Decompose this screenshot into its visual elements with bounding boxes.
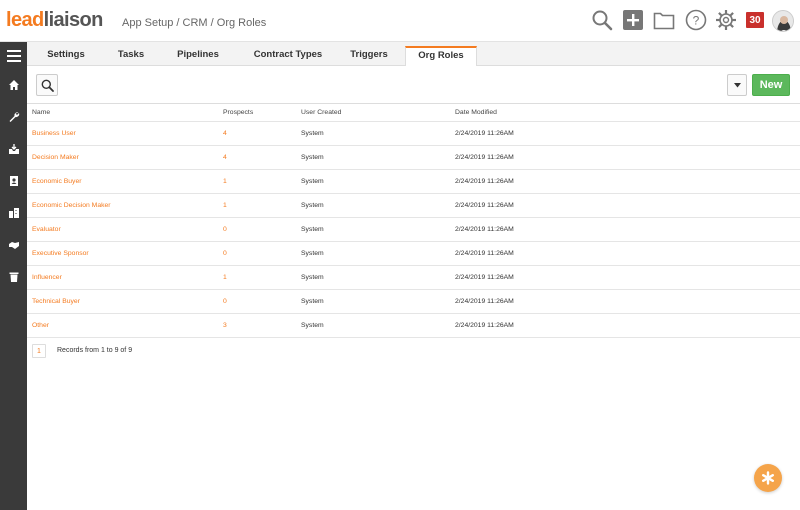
date-modified-cell: 2/24/2019 11:26AM	[455, 274, 514, 281]
column-header-user-created[interactable]: User Created	[301, 104, 341, 121]
date-modified-cell: 2/24/2019 11:26AM	[455, 250, 514, 257]
role-name-link[interactable]: Economic Buyer	[32, 170, 82, 193]
org-roles-table: Name Prospects User Created Date Modifie…	[27, 104, 800, 338]
add-icon[interactable]	[621, 8, 645, 32]
table-row: Economic Decision Maker 1 System 2/24/20…	[27, 194, 800, 218]
user-created-cell: System	[301, 250, 324, 257]
role-name-link[interactable]: Economic Decision Maker	[32, 194, 111, 217]
top-bar: leadliaison App Setup / CRM / Org Roles …	[0, 0, 800, 42]
building-icon[interactable]	[0, 201, 27, 225]
prospects-count-link[interactable]: 1	[223, 194, 227, 217]
gear-icon[interactable]	[714, 8, 738, 32]
table-header: Name Prospects User Created Date Modifie…	[27, 104, 800, 122]
user-created-cell: System	[301, 322, 324, 329]
role-name-link[interactable]: Executive Sponsor	[32, 242, 89, 265]
user-created-cell: System	[301, 202, 324, 209]
contacts-icon[interactable]	[0, 169, 27, 193]
role-name-link[interactable]: Business User	[32, 122, 76, 145]
date-modified-cell: 2/24/2019 11:26AM	[455, 298, 514, 305]
column-header-prospects[interactable]: Prospects	[223, 104, 253, 121]
date-modified-cell: 2/24/2019 11:26AM	[455, 322, 514, 329]
inbox-icon[interactable]	[0, 137, 27, 161]
prospects-count-link[interactable]: 4	[223, 122, 227, 145]
date-modified-cell: 2/24/2019 11:26AM	[455, 202, 514, 209]
tab-settings[interactable]: Settings	[40, 47, 92, 66]
column-header-date-modified[interactable]: Date Modified	[455, 104, 497, 121]
actions-dropdown-button[interactable]	[727, 74, 747, 96]
wrench-icon[interactable]	[0, 105, 27, 129]
left-sidebar	[0, 42, 27, 510]
table-row: Economic Buyer 1 System 2/24/2019 11:26A…	[27, 170, 800, 194]
table-row: Technical Buyer 0 System 2/24/2019 11:26…	[27, 290, 800, 314]
logo-text-liaison: liaison	[43, 9, 104, 31]
search-icon[interactable]	[590, 8, 614, 32]
search-icon	[41, 79, 54, 92]
records-count-text: Records from 1 to 9 of 9	[57, 347, 133, 354]
prospects-count-link[interactable]: 1	[223, 266, 227, 289]
user-created-cell: System	[301, 298, 324, 305]
help-icon[interactable]: ?	[684, 8, 708, 32]
table-search-button[interactable]	[36, 74, 58, 96]
new-button[interactable]: New	[752, 74, 790, 96]
help-widget-button[interactable]	[754, 464, 782, 492]
user-avatar[interactable]	[772, 10, 794, 32]
toolbar: New	[27, 66, 800, 104]
user-created-cell: System	[301, 226, 324, 233]
tab-org-roles[interactable]: Org Roles	[405, 46, 477, 67]
table-row: Other 3 System 2/24/2019 11:26AM	[27, 314, 800, 338]
prospects-count-link[interactable]: 4	[223, 146, 227, 169]
svg-text:?: ?	[693, 14, 700, 28]
caret-down-icon	[733, 82, 741, 87]
home-icon[interactable]	[0, 73, 27, 97]
user-created-cell: System	[301, 130, 324, 137]
folder-icon[interactable]	[652, 8, 676, 32]
asterisk-icon	[762, 471, 775, 485]
table-row: Executive Sponsor 0 System 2/24/2019 11:…	[27, 242, 800, 266]
table-row: Business User 4 System 2/24/2019 11:26AM	[27, 122, 800, 146]
leadliaison-logo[interactable]: leadliaison	[6, 9, 103, 32]
prospects-count-link[interactable]: 0	[223, 218, 227, 241]
date-modified-cell: 2/24/2019 11:26AM	[455, 178, 514, 185]
user-created-cell: System	[301, 154, 324, 161]
role-name-link[interactable]: Influencer	[32, 266, 62, 289]
column-header-name[interactable]: Name	[32, 104, 50, 121]
role-name-link[interactable]: Evaluator	[32, 218, 61, 241]
tab-contract-types[interactable]: Contract Types	[246, 47, 330, 66]
notification-badge[interactable]: 30	[746, 12, 764, 28]
user-created-cell: System	[301, 178, 324, 185]
date-modified-cell: 2/24/2019 11:26AM	[455, 130, 514, 137]
trash-icon[interactable]	[0, 265, 27, 289]
handshake-icon[interactable]	[0, 233, 27, 257]
tab-pipelines[interactable]: Pipelines	[170, 47, 226, 66]
tab-tasks[interactable]: Tasks	[107, 47, 155, 66]
prospects-count-link[interactable]: 0	[223, 242, 227, 265]
date-modified-cell: 2/24/2019 11:26AM	[455, 226, 514, 233]
table-row: Influencer 1 System 2/24/2019 11:26AM	[27, 266, 800, 290]
breadcrumb: App Setup / CRM / Org Roles	[122, 17, 267, 29]
logo-text-lead: lead	[6, 9, 44, 31]
tab-bar: Settings Tasks Pipelines Contract Types …	[27, 42, 800, 67]
tab-triggers[interactable]: Triggers	[343, 47, 395, 66]
table-row: Decision Maker 4 System 2/24/2019 11:26A…	[27, 146, 800, 170]
date-modified-cell: 2/24/2019 11:26AM	[455, 154, 514, 161]
menu-icon[interactable]	[0, 44, 27, 68]
prospects-count-link[interactable]: 1	[223, 170, 227, 193]
prospects-count-link[interactable]: 3	[223, 314, 227, 337]
pagination-page-1[interactable]: 1	[32, 344, 46, 358]
prospects-count-link[interactable]: 0	[223, 290, 227, 313]
role-name-link[interactable]: Decision Maker	[32, 146, 79, 169]
role-name-link[interactable]: Technical Buyer	[32, 290, 80, 313]
user-created-cell: System	[301, 274, 324, 281]
table-row: Evaluator 0 System 2/24/2019 11:26AM	[27, 218, 800, 242]
role-name-link[interactable]: Other	[32, 314, 49, 337]
